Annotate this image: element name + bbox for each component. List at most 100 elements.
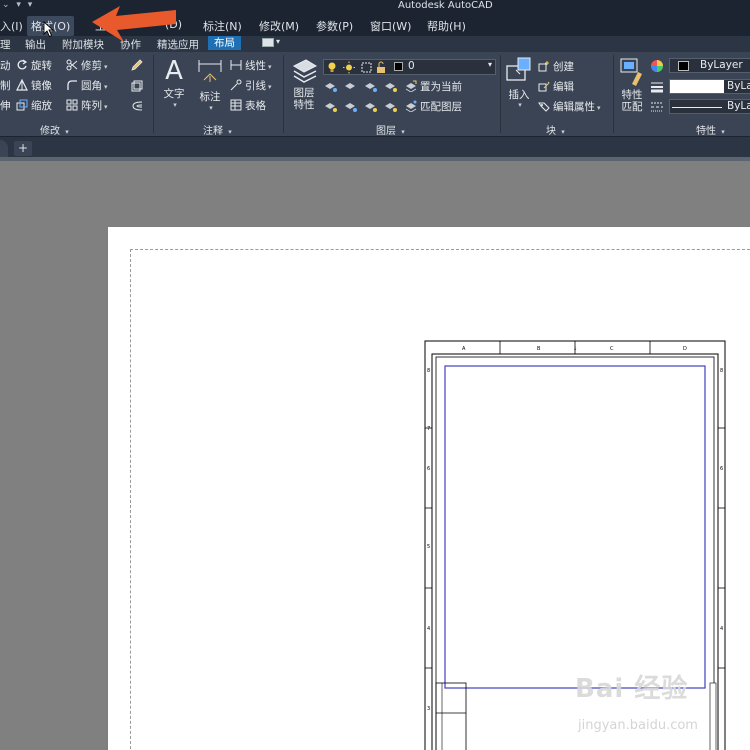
frame-zone-mark: 3 — [427, 706, 430, 712]
properties-panel-title[interactable]: 特性 ▾ — [696, 122, 725, 137]
chevron-down-icon[interactable]: ▾ — [104, 63, 108, 71]
menu-window[interactable]: 窗口(W) — [370, 18, 411, 34]
annotation-panel-title[interactable]: 注释 ▾ — [203, 122, 232, 137]
chevron-down-icon: ▾ — [401, 128, 405, 136]
insert-block-icon — [506, 57, 531, 81]
frame-zone-mark: D — [683, 346, 687, 352]
lineweight-icon[interactable] — [650, 80, 664, 94]
leader-button[interactable]: 引线 ▾ — [230, 78, 272, 94]
watermark-logo: Bai 经验 — [575, 674, 689, 704]
mirror-label: 镜像 — [31, 80, 52, 92]
chevron-down-icon: ▾ — [173, 101, 177, 109]
ribbon-display-icon[interactable] — [262, 38, 274, 47]
linear-dimension-icon — [230, 60, 242, 70]
menu-insert[interactable]: 入(I) — [0, 18, 23, 34]
mouse-cursor-icon — [43, 21, 55, 38]
dimension-label: 标注 — [199, 91, 221, 103]
modify-panel-title[interactable]: 修改 ▾ — [40, 122, 69, 137]
layer-tools-row1[interactable] — [323, 80, 403, 94]
menu-parametric[interactable]: 参数(P) — [316, 18, 353, 34]
fillet-icon — [67, 80, 77, 90]
layer-color-swatch — [394, 62, 403, 71]
chevron-down-icon: ▾ — [561, 128, 565, 136]
tab-output[interactable]: 输出 — [25, 37, 46, 52]
new-tab-button[interactable]: + — [14, 141, 32, 156]
match-properties-label-2: 匹配 — [621, 101, 643, 113]
edit-attributes-icon — [538, 102, 550, 112]
tab-manage[interactable]: 理 — [0, 37, 11, 52]
lineweight-dropdown[interactable]: ByLay — [669, 79, 750, 94]
chevron-down-icon[interactable]: ▾ — [597, 104, 601, 112]
mirror-icon — [16, 79, 28, 91]
ribbon: 动 制 伸 旋转 镜像 缩放 修剪 ▾ 圆角 ▾ 阵列 ▾ 修改 ▾ A 文字 ▾ 标… — [0, 52, 750, 137]
edit-block-icon — [538, 81, 550, 92]
layer-properties-label-2: 特性 — [293, 99, 315, 111]
trim-button[interactable]: 修剪 ▾ — [66, 58, 108, 74]
copy-button[interactable]: 制 — [0, 78, 11, 94]
stretch-button[interactable]: 伸 — [0, 98, 11, 114]
scale-button[interactable]: 缩放 — [16, 98, 52, 114]
block-panel-title[interactable]: 块 ▾ — [546, 122, 565, 137]
layer-dropdown[interactable]: 0 ▾ — [323, 59, 496, 75]
menu-help[interactable]: 帮助(H) — [427, 18, 466, 34]
array-button[interactable]: 阵列 ▾ — [66, 98, 108, 114]
trim-label: 修剪 — [81, 60, 102, 72]
table-button[interactable]: 表格 — [230, 98, 266, 114]
leader-icon — [230, 79, 242, 91]
mirror-button[interactable]: 镜像 — [16, 78, 52, 94]
match-properties-button[interactable]: 特性 匹配 — [617, 56, 647, 113]
edit-block-label: 编辑 — [553, 81, 574, 93]
rotate-button[interactable]: 旋转 — [16, 58, 52, 74]
chevron-down-icon: ▾ — [65, 128, 69, 136]
insert-button[interactable]: 插入 ▾ — [503, 56, 535, 109]
scale-label: 缩放 — [31, 100, 52, 112]
rotate-label: 旋转 — [31, 60, 52, 72]
linetype-icon[interactable] — [650, 100, 664, 114]
chevron-down-icon[interactable]: ▾ — [268, 83, 272, 91]
set-current-layer-icon — [405, 80, 417, 92]
menu-modify[interactable]: 修改(M) — [259, 18, 299, 34]
copy-label: 制 — [0, 80, 11, 92]
edit-attributes-button[interactable]: 编辑属性 ▾ — [538, 99, 601, 115]
color-wheel-icon[interactable] — [650, 59, 664, 73]
color-dropdown[interactable]: ByLayer — [669, 58, 750, 73]
chevron-down-icon[interactable]: ▾ — [276, 37, 280, 46]
frame-zone-mark: C — [610, 346, 614, 352]
rotate-icon — [17, 59, 28, 70]
title-block — [435, 682, 467, 750]
match-properties-icon — [620, 58, 642, 86]
match-layer-button[interactable]: 匹配图层 — [405, 99, 462, 115]
chevron-down-icon[interactable]: ▾ — [104, 83, 108, 91]
text-a-icon: A — [165, 56, 183, 86]
layers-panel-title[interactable]: 图层 ▾ — [376, 122, 405, 137]
text-button[interactable]: A 文字 ▾ — [160, 56, 188, 109]
linear-label: 线性 — [245, 60, 266, 72]
panel-divider — [153, 55, 154, 133]
linetype-dropdown[interactable]: ByLay — [669, 99, 750, 114]
frame-zone-mark: 4 — [427, 626, 430, 632]
insert-label: 插入 — [508, 89, 530, 101]
fillet-button[interactable]: 圆角 ▾ — [66, 78, 108, 94]
edit-block-button[interactable]: 编辑 — [538, 79, 574, 95]
create-block-button[interactable]: 创建 — [538, 59, 574, 75]
menu-dimension[interactable]: 标注(N) — [203, 18, 242, 34]
frame-zone-mark: B — [537, 346, 541, 352]
set-current-button[interactable]: 置为当前 — [405, 79, 462, 95]
tab-layout[interactable]: 布局 — [208, 36, 241, 50]
panel-divider — [613, 55, 614, 133]
chevron-down-icon[interactable]: ▾ — [104, 103, 108, 111]
chevron-down-icon[interactable]: ▾ — [268, 63, 272, 71]
dimension-button[interactable]: 标注 ▾ — [195, 56, 225, 112]
copy-objects-icon[interactable] — [130, 79, 144, 93]
offset-icon[interactable] — [130, 99, 144, 113]
move-button[interactable]: 动 — [0, 58, 11, 74]
frame-zone-mark: ↓ — [573, 346, 577, 352]
quick-access-toolbar[interactable]: ⌄ ▾ ▾ — [2, 0, 34, 10]
chevron-down-icon: ▾ — [721, 128, 725, 136]
app-title: Autodesk AutoCAD — [398, 0, 493, 11]
layer-properties-button[interactable]: 图层 特性 — [288, 56, 320, 111]
layer-tools-row2[interactable] — [323, 100, 403, 114]
text-label: 文字 — [163, 88, 185, 100]
linear-button[interactable]: 线性 ▾ — [230, 58, 272, 74]
pencil-icon[interactable] — [130, 58, 144, 72]
